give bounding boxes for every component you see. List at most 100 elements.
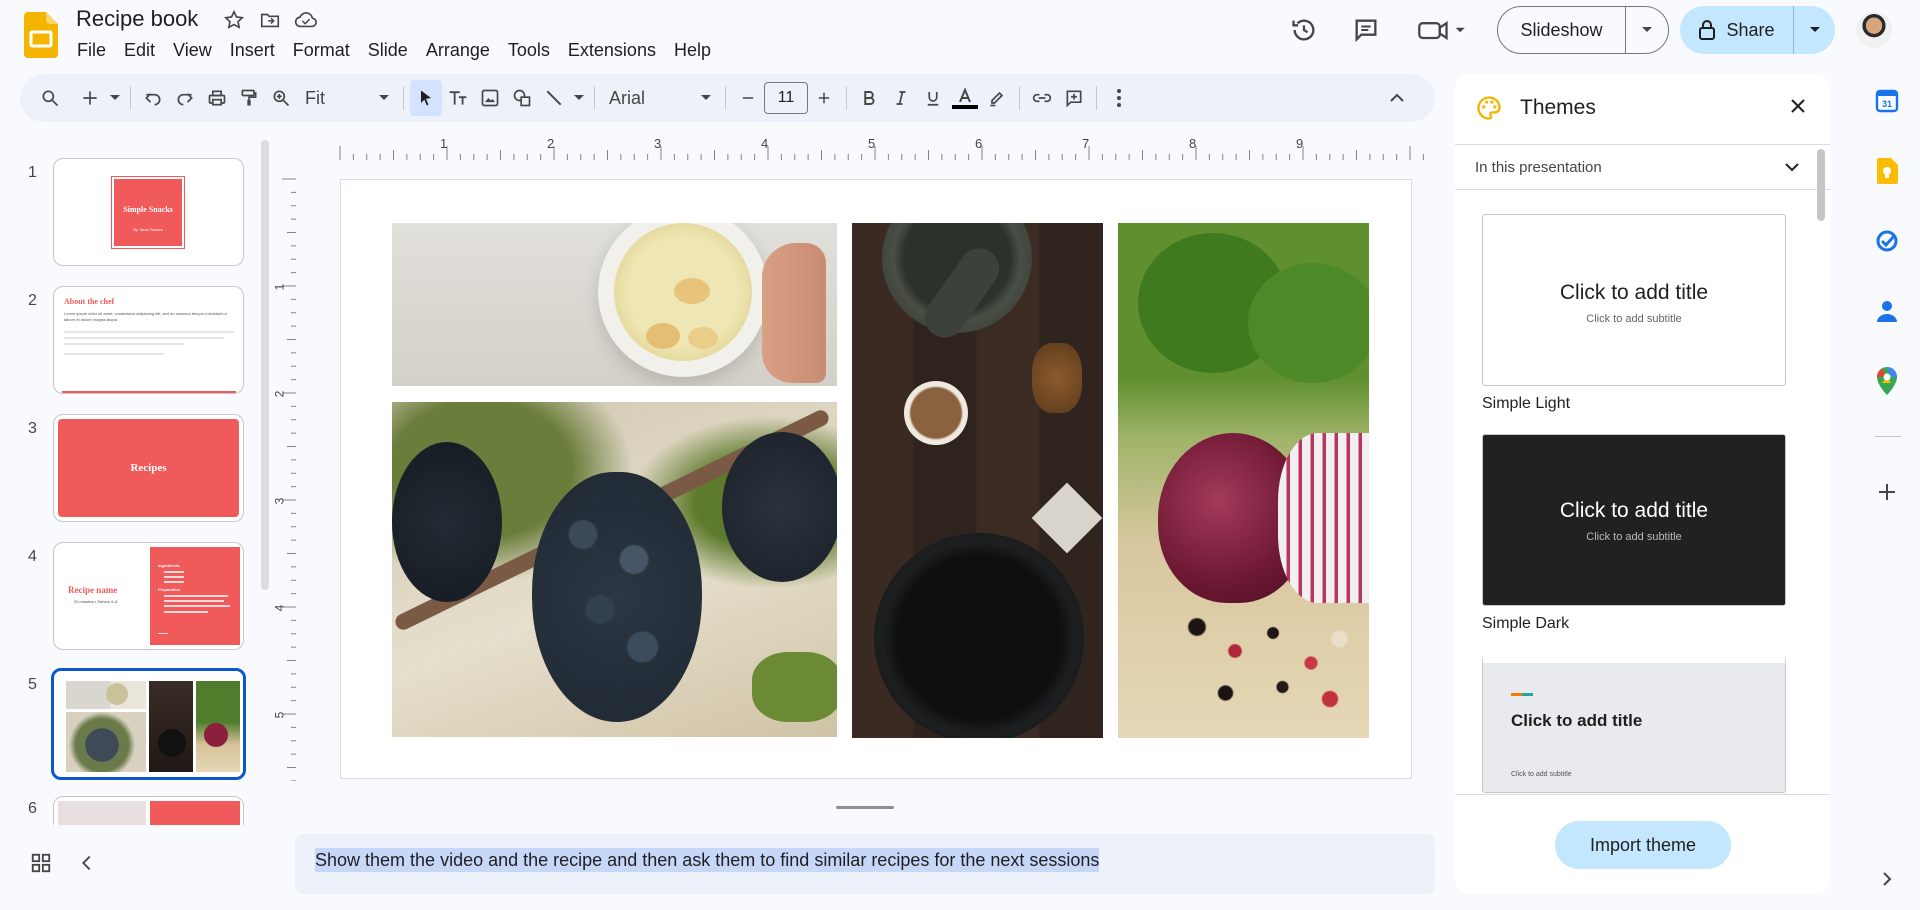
theme-card-simple-light[interactable]: Click to add title Click to add subtitle xyxy=(1482,214,1786,386)
theme-card-title: Click to add title xyxy=(1511,711,1643,730)
menu-format[interactable]: Format xyxy=(284,36,359,65)
close-icon[interactable] xyxy=(1788,96,1808,116)
grid-view-icon[interactable] xyxy=(30,852,52,879)
italic-icon[interactable] xyxy=(885,80,917,116)
search-menus-icon[interactable] xyxy=(34,80,66,116)
grapes-photo[interactable] xyxy=(392,402,837,737)
ruler-tick-label: 5 xyxy=(272,711,287,719)
slide-thumbnail-3[interactable]: Recipes xyxy=(53,414,244,522)
ruler-tick-label: 4 xyxy=(761,136,769,151)
ginger-tea-photo[interactable] xyxy=(392,223,837,386)
slides-logo-icon[interactable] xyxy=(24,12,58,58)
thumb-title: Recipe name xyxy=(68,585,118,595)
version-history-icon[interactable] xyxy=(1286,12,1322,48)
slide-thumbnail-5[interactable] xyxy=(51,668,246,780)
chevron-down-icon xyxy=(379,95,389,100)
share-dropdown-icon[interactable] xyxy=(1794,26,1835,34)
theme-card-simple-dark[interactable]: Click to add title Click to add subtitle xyxy=(1482,434,1786,606)
add-comment-icon[interactable] xyxy=(1058,80,1090,116)
keep-icon[interactable] xyxy=(1872,156,1902,186)
slide-canvas[interactable] xyxy=(340,179,1412,779)
new-slide-icon[interactable] xyxy=(74,80,106,116)
ruler-tick-label: 2 xyxy=(547,136,555,151)
theme-card-streamline[interactable]: Click to add title Click to add subtitle xyxy=(1482,653,1786,793)
highlight-color-icon[interactable] xyxy=(981,80,1013,116)
menu-bar: File Edit View Insert Format Slide Arran… xyxy=(68,36,720,65)
print-icon[interactable] xyxy=(201,80,233,116)
theme-card-subtitle: Click to add subtitle xyxy=(1586,531,1682,543)
move-folder-icon[interactable] xyxy=(256,6,284,34)
zoom-value: Fit xyxy=(305,87,325,108)
import-theme-button[interactable]: Import theme xyxy=(1555,821,1731,869)
insert-image-icon[interactable] xyxy=(474,80,506,116)
hide-menus-chevron-up-icon[interactable] xyxy=(1381,80,1413,116)
document-title[interactable]: Recipe book xyxy=(76,6,198,32)
new-slide-dropdown-icon[interactable] xyxy=(106,80,124,116)
zoom-select[interactable]: Fit xyxy=(297,80,397,116)
expand-side-panel-chevron-right-icon[interactable] xyxy=(1872,864,1902,894)
palette-icon xyxy=(1477,96,1501,120)
menu-extensions[interactable]: Extensions xyxy=(559,36,665,65)
notes-resize-handle[interactable] xyxy=(836,806,894,809)
collapse-filmstrip-chevron-left-icon[interactable] xyxy=(76,852,98,879)
text-box-icon[interactable] xyxy=(442,80,474,116)
more-options-icon[interactable] xyxy=(1103,80,1135,116)
tasks-icon[interactable] xyxy=(1872,226,1902,256)
slide-thumbnail-4[interactable]: Recipe name 20 minutes • Serves 4–6 Ingr… xyxy=(53,542,244,650)
add-addon-plus-icon[interactable] xyxy=(1872,477,1902,507)
ruler-tick-label: 1 xyxy=(272,283,287,291)
thumb-side-b: Preparation xyxy=(158,587,181,592)
undo-icon[interactable] xyxy=(137,80,169,116)
spices-mortar-photo[interactable] xyxy=(852,223,1103,738)
cloud-saved-icon[interactable] xyxy=(292,6,320,34)
meet-video-icon[interactable] xyxy=(1414,12,1470,48)
text-color-icon[interactable] xyxy=(949,80,981,116)
menu-tools[interactable]: Tools xyxy=(499,36,559,65)
bold-icon[interactable] xyxy=(853,80,885,116)
maps-icon[interactable] xyxy=(1872,366,1902,396)
paint-format-icon[interactable] xyxy=(233,80,265,116)
menu-help[interactable]: Help xyxy=(665,36,720,65)
ruler-tick-label: 8 xyxy=(1189,136,1197,151)
slideshow-button[interactable]: Slideshow xyxy=(1497,6,1669,54)
slide-thumbnail-2[interactable]: About the chef Lorem ipsum dolor sit ame… xyxy=(53,286,244,394)
calendar-icon[interactable]: 31 xyxy=(1872,86,1902,116)
onion-peppercorns-photo[interactable] xyxy=(1118,223,1369,738)
underline-icon[interactable] xyxy=(917,80,949,116)
theme-source-dropdown[interactable]: In this presentation xyxy=(1455,144,1830,190)
menu-file[interactable]: File xyxy=(68,36,115,65)
line-icon[interactable] xyxy=(538,80,570,116)
slideshow-dropdown-icon[interactable] xyxy=(1626,26,1668,34)
slide-thumbnail-6[interactable] xyxy=(53,796,244,825)
font-value: Arial xyxy=(609,87,646,108)
themes-scrollbar[interactable] xyxy=(1817,149,1825,221)
slideshow-label[interactable]: Slideshow xyxy=(1498,7,1626,53)
share-label: Share xyxy=(1726,19,1775,40)
speaker-notes-text[interactable]: Show them the video and the recipe and t… xyxy=(315,848,1100,872)
slide-number: 6 xyxy=(28,800,37,817)
menu-view[interactable]: View xyxy=(164,36,221,65)
share-button[interactable]: Share xyxy=(1680,6,1835,54)
zoom-icon[interactable] xyxy=(265,80,297,116)
filmstrip-scrollbar[interactable] xyxy=(261,140,269,590)
decrease-font-size-icon[interactable] xyxy=(732,80,764,116)
speaker-notes[interactable]: Show them the video and the recipe and t… xyxy=(295,834,1435,894)
font-size-input[interactable]: 11 xyxy=(764,82,808,114)
increase-font-size-icon[interactable] xyxy=(808,80,840,116)
contacts-icon[interactable] xyxy=(1872,296,1902,326)
font-select[interactable]: Arial xyxy=(601,80,719,116)
comments-icon[interactable] xyxy=(1348,12,1384,48)
menu-insert[interactable]: Insert xyxy=(221,36,284,65)
menu-edit[interactable]: Edit xyxy=(115,36,164,65)
menu-slide[interactable]: Slide xyxy=(359,36,417,65)
line-dropdown-icon[interactable] xyxy=(570,80,588,116)
select-cursor-icon[interactable] xyxy=(410,80,442,116)
redo-icon[interactable] xyxy=(169,80,201,116)
account-avatar[interactable] xyxy=(1856,12,1892,48)
menu-arrange[interactable]: Arrange xyxy=(417,36,499,65)
shape-icon[interactable] xyxy=(506,80,538,116)
star-icon[interactable] xyxy=(220,6,248,34)
insert-link-icon[interactable] xyxy=(1026,80,1058,116)
slide-thumbnail-1[interactable]: Simple Snacks By Taran Soares xyxy=(53,158,244,266)
slide-number: 2 xyxy=(28,292,37,309)
